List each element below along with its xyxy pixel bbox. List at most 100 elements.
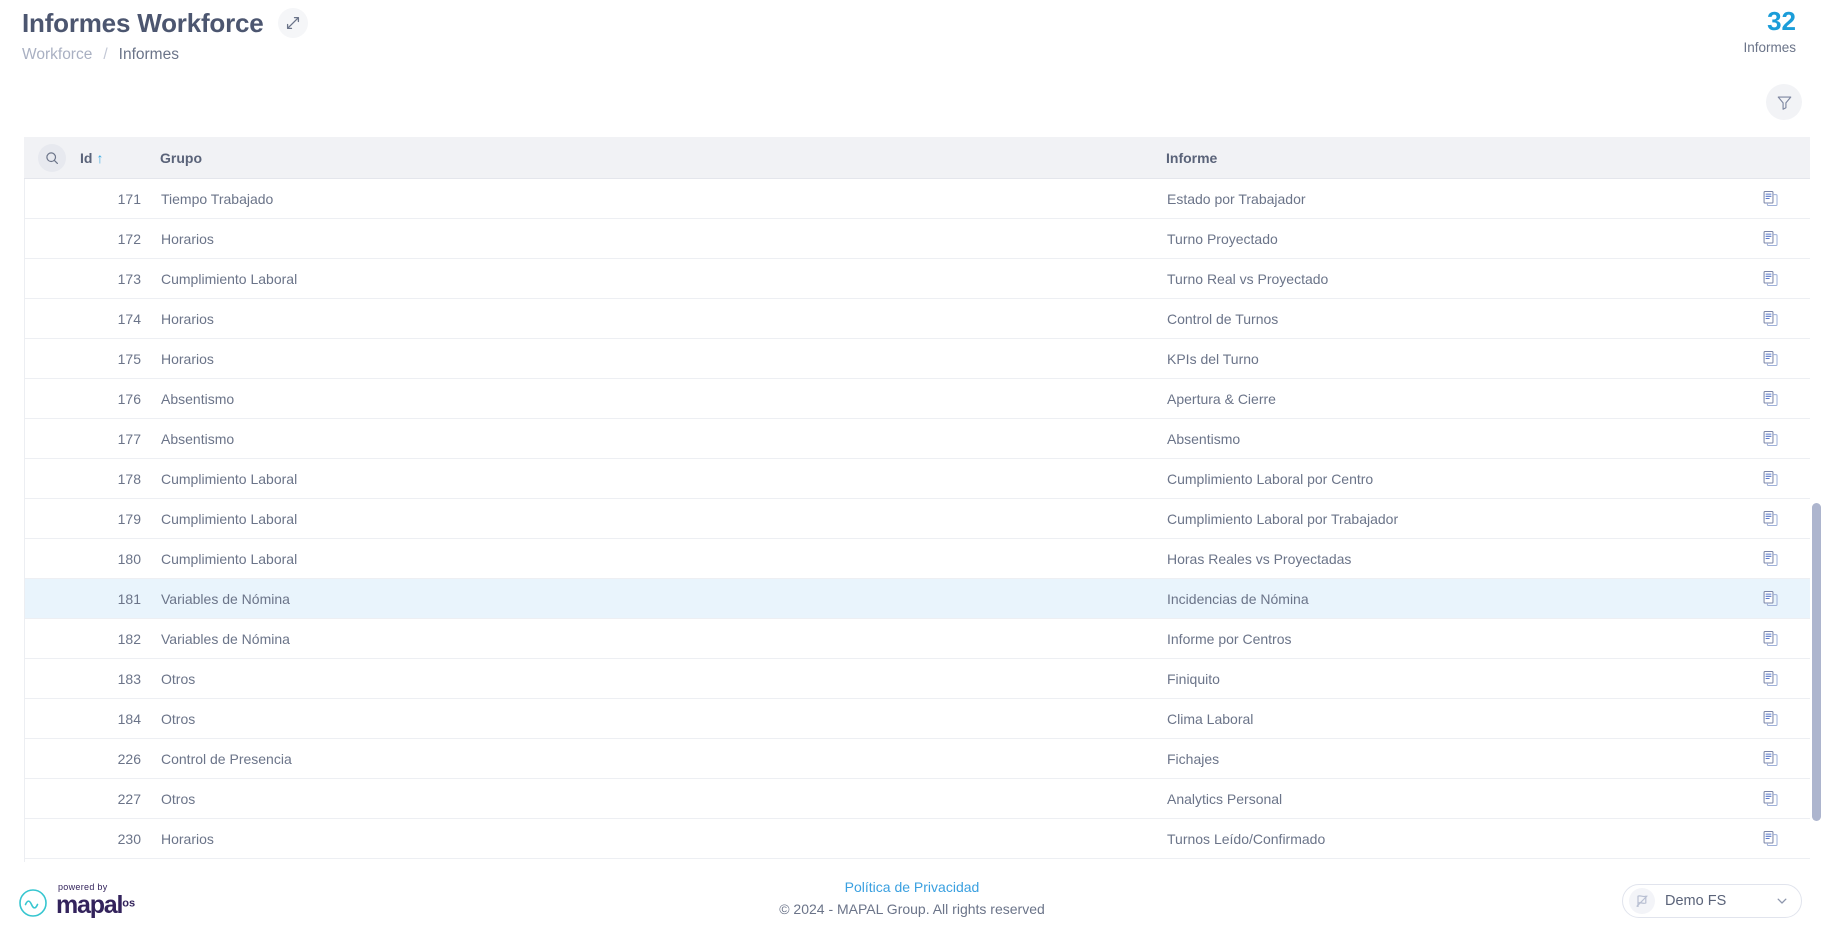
row-report-action[interactable]: [1730, 390, 1810, 407]
row-report-action[interactable]: [1730, 590, 1810, 607]
report-document-icon[interactable]: [1762, 790, 1779, 807]
site-selector-label: Demo FS: [1665, 893, 1765, 909]
cell-id: 230: [81, 831, 141, 847]
table-row[interactable]: 178Cumplimiento LaboralCumplimiento Labo…: [25, 459, 1810, 499]
report-document-icon[interactable]: [1762, 390, 1779, 407]
row-report-action[interactable]: [1730, 790, 1810, 807]
report-document-icon[interactable]: [1762, 190, 1779, 207]
row-report-action[interactable]: [1730, 710, 1810, 727]
cell-grupo: Cumplimiento Laboral: [141, 551, 1151, 567]
table-row[interactable]: 173Cumplimiento LaboralTurno Real vs Pro…: [25, 259, 1810, 299]
privacy-policy-link[interactable]: Política de Privacidad: [0, 876, 1824, 898]
table-row[interactable]: 230HorariosTurnos Leído/Confirmado: [25, 819, 1810, 859]
cell-id: 177: [81, 431, 141, 447]
table-row[interactable]: 179Cumplimiento LaboralCumplimiento Labo…: [25, 499, 1810, 539]
table-row[interactable]: 182Variables de NóminaInforme por Centro…: [25, 619, 1810, 659]
report-document-icon[interactable]: [1762, 710, 1779, 727]
breadcrumb-separator: /: [103, 44, 107, 66]
table-body: 171Tiempo TrabajadoEstado por Trabajador…: [24, 179, 1810, 862]
report-document-icon[interactable]: [1762, 470, 1779, 487]
cell-grupo: Otros: [141, 711, 1151, 727]
table-row[interactable]: 183OtrosFiniquito: [25, 659, 1810, 699]
scrollbar-thumb[interactable]: [1812, 503, 1821, 821]
reports-table: Id ↑ Grupo Informe 171Tiempo TrabajadoEs…: [24, 137, 1810, 862]
report-document-icon[interactable]: [1762, 750, 1779, 767]
chevron-down-icon: [1775, 894, 1789, 908]
report-document-icon[interactable]: [1762, 310, 1779, 327]
breadcrumb: Workforce / Informes: [22, 44, 179, 66]
flag-icon: [1634, 893, 1650, 909]
filter-button[interactable]: [1766, 84, 1802, 120]
report-document-icon[interactable]: [1762, 510, 1779, 527]
expand-button[interactable]: [278, 8, 308, 38]
cell-informe: Control de Turnos: [1151, 311, 1730, 327]
report-document-icon[interactable]: [1762, 230, 1779, 247]
row-report-action[interactable]: [1730, 430, 1810, 447]
table-row[interactable]: 180Cumplimiento LaboralHoras Reales vs P…: [25, 539, 1810, 579]
row-report-action[interactable]: [1730, 750, 1810, 767]
cell-grupo: Absentismo: [141, 431, 1151, 447]
report-document-icon[interactable]: [1762, 430, 1779, 447]
table-row[interactable]: 177AbsentismoAbsentismo: [25, 419, 1810, 459]
cell-id: 172: [81, 231, 141, 247]
table-row[interactable]: 176AbsentismoApertura & Cierre: [25, 379, 1810, 419]
column-header-informe[interactable]: Informe: [1150, 150, 1730, 166]
row-report-action[interactable]: [1730, 630, 1810, 647]
cell-id: 183: [81, 671, 141, 687]
cell-informe: Horas Reales vs Proyectadas: [1151, 551, 1730, 567]
cell-informe: Informe por Centros: [1151, 631, 1730, 647]
row-report-action[interactable]: [1730, 470, 1810, 487]
page-footer: powered by mapalos Política de Privacida…: [0, 864, 1824, 930]
cell-grupo: Variables de Nómina: [141, 591, 1151, 607]
row-report-action[interactable]: [1730, 270, 1810, 287]
report-document-icon[interactable]: [1762, 830, 1779, 847]
row-report-action[interactable]: [1730, 350, 1810, 367]
cell-grupo: Horarios: [141, 231, 1151, 247]
cell-informe: Analytics Personal: [1151, 791, 1730, 807]
cell-id: 176: [81, 391, 141, 407]
cell-grupo: Cumplimiento Laboral: [141, 471, 1151, 487]
table-row[interactable]: 172HorariosTurno Proyectado: [25, 219, 1810, 259]
cell-informe: Clima Laboral: [1151, 711, 1730, 727]
report-document-icon[interactable]: [1762, 670, 1779, 687]
row-report-action[interactable]: [1730, 230, 1810, 247]
report-document-icon[interactable]: [1762, 350, 1779, 367]
title-row: Informes Workforce: [22, 6, 308, 40]
row-report-action[interactable]: [1730, 510, 1810, 527]
report-document-icon[interactable]: [1762, 270, 1779, 287]
cell-id: 180: [81, 551, 141, 567]
site-flag-wrapper: [1629, 888, 1655, 914]
table-row[interactable]: 171Tiempo TrabajadoEstado por Trabajador: [25, 179, 1810, 219]
table-row[interactable]: 174HorariosControl de Turnos: [25, 299, 1810, 339]
row-report-action[interactable]: [1730, 310, 1810, 327]
site-selector[interactable]: Demo FS: [1622, 884, 1802, 918]
report-document-icon[interactable]: [1762, 590, 1779, 607]
table-row[interactable]: 181Variables de NóminaIncidencias de Nóm…: [25, 579, 1810, 619]
row-report-action[interactable]: [1730, 550, 1810, 567]
row-report-action[interactable]: [1730, 830, 1810, 847]
report-document-icon[interactable]: [1762, 550, 1779, 567]
cell-grupo: Cumplimiento Laboral: [141, 271, 1151, 287]
table-row[interactable]: 175HorariosKPIs del Turno: [25, 339, 1810, 379]
cell-id: 175: [81, 351, 141, 367]
report-document-icon[interactable]: [1762, 630, 1779, 647]
column-header-id[interactable]: Id ↑: [80, 150, 140, 166]
cell-informe: Fichajes: [1151, 751, 1730, 767]
cell-id: 182: [81, 631, 141, 647]
header-search-cell: [24, 144, 80, 172]
cell-grupo: Cumplimiento Laboral: [141, 511, 1151, 527]
vertical-scrollbar[interactable]: [1810, 137, 1822, 874]
column-header-grupo[interactable]: Grupo: [140, 150, 1150, 166]
table-row[interactable]: 226Control de PresenciaFichajes: [25, 739, 1810, 779]
table-row[interactable]: 227OtrosAnalytics Personal: [25, 779, 1810, 819]
copyright-text: © 2024 - MAPAL Group. All rights reserve…: [0, 898, 1824, 920]
row-report-action[interactable]: [1730, 190, 1810, 207]
breadcrumb-current: Informes: [119, 44, 179, 66]
table-row[interactable]: 184OtrosClima Laboral: [25, 699, 1810, 739]
cell-id: 226: [81, 751, 141, 767]
cell-id: 173: [81, 271, 141, 287]
cell-id: 227: [81, 791, 141, 807]
breadcrumb-parent[interactable]: Workforce: [22, 44, 92, 66]
row-report-action[interactable]: [1730, 670, 1810, 687]
search-button[interactable]: [38, 144, 66, 172]
